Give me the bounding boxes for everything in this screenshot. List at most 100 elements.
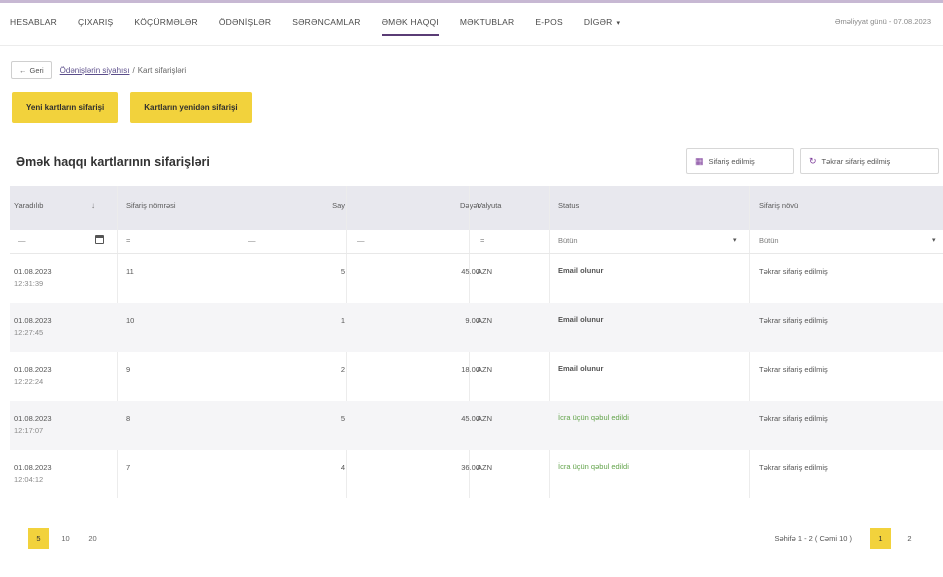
table-row[interactable]: 01.08.2023 12:22:24 9 2 18.00 AZN Email olunur… <box>10 352 943 401</box>
nav-item-5[interactable]: ƏMƏK HAQQI <box>381 17 440 36</box>
cell-created-time: 12:22:24 <box>14 377 44 386</box>
nav-item-label: HESABLAR <box>10 17 57 27</box>
cell-currency: AZN <box>477 316 492 325</box>
cell-order-type: Təkrar sifariş edilmiş <box>759 316 828 325</box>
cell-status: İcra üçün qəbul edildi <box>558 462 629 471</box>
chevron-down-icon: ▾ <box>616 20 621 27</box>
page-title: Əmək haqqı kartlarının sifarişləri <box>16 155 210 169</box>
page-size-selector: 5 10 20 <box>28 528 109 549</box>
nav-item-label: ÖDƏNİŞLƏR <box>218 17 272 27</box>
page-numbers: 12 <box>862 528 920 549</box>
calendar-icon: ▦ <box>695 155 704 166</box>
pagination: Səhifə 1 - 2 ( Cəmi 10 ) 12 <box>774 528 920 549</box>
action-buttons: Yeni kartların sifarişi Kartların yenidə… <box>12 92 264 123</box>
page-size-option[interactable]: 10 <box>55 528 76 549</box>
page-size-option[interactable]: 20 <box>82 528 103 549</box>
breadcrumb-current: Kart sifarişləri <box>137 65 187 75</box>
filter-currency-operator[interactable]: = <box>480 236 484 245</box>
header-currency[interactable]: Valyuta <box>477 201 501 210</box>
nav-item-2[interactable]: KÖÇÜRMƏLƏR <box>134 17 197 27</box>
nav-item-label: MƏKTUBLAR <box>459 17 515 27</box>
nav-item-label: ƏMƏK HAQQI <box>381 17 439 27</box>
cell-count: 1 <box>340 316 345 325</box>
ordered-filter-button[interactable]: ▦ Sifariş edilmiş <box>686 148 794 174</box>
header-status[interactable]: Status <box>558 201 579 210</box>
header-order-type[interactable]: Sifariş növü <box>759 201 798 210</box>
table-header: Yaradılıb ↓ Sifariş nömrəsi Say Dəyər Va… <box>10 186 943 230</box>
cell-count: 5 <box>340 414 345 423</box>
filter-created-input[interactable]: — <box>18 236 26 245</box>
chevron-down-icon[interactable]: ▾ <box>733 236 737 244</box>
cell-currency: AZN <box>477 365 492 374</box>
header-count[interactable]: Say <box>332 201 345 210</box>
pagination-info: Səhifə 1 - 2 ( Cəmi 10 ) <box>774 534 852 543</box>
page-number-button[interactable]: 2 <box>899 528 920 549</box>
operation-day: Əməliyyat günü - 07.08.2023 <box>834 17 931 26</box>
table-row[interactable]: 01.08.2023 12:17:07 8 5 45.00 AZN İcra üçün qə… <box>10 401 943 450</box>
filter-order-type-select[interactable]: Bütün <box>759 236 779 245</box>
nav-item-8[interactable]: DİGƏR ▾ <box>584 17 620 27</box>
nav-item-0[interactable]: HESABLAR <box>10 17 57 27</box>
nav-item-7[interactable]: E-POS <box>535 17 562 27</box>
cell-created-time: 12:04:12 <box>14 475 44 484</box>
nav-item-label: ÇIXARIŞ <box>77 17 114 27</box>
reordered-filter-button[interactable]: ↻ Təkrar sifariş edilmiş <box>800 148 939 174</box>
cell-created-time: 12:17:07 <box>14 426 44 435</box>
calendar-icon[interactable] <box>95 235 104 244</box>
table-row[interactable]: 01.08.2023 12:04:12 7 4 36.00 AZN İcra üçün qə… <box>10 450 943 499</box>
header-order-number[interactable]: Sifariş nömrəsi <box>126 201 176 210</box>
top-navigation: HESABLAR ÇIXARIŞ KÖÇÜRMƏLƏR ÖDƏNİŞLƏR SƏRƏNC… <box>0 0 943 46</box>
cell-created-date: 01.08.2023 <box>14 365 52 374</box>
filter-number-operator[interactable]: = <box>126 236 130 245</box>
cell-created-date: 01.08.2023 <box>14 316 52 325</box>
card-orders-panel: Əmək haqqı kartlarının sifarişləri ▦ Sif… <box>10 139 943 577</box>
top-accent-bar <box>0 0 943 3</box>
cell-status: Email olunur <box>558 364 604 373</box>
filter-status-select[interactable]: Bütün <box>558 236 578 245</box>
ordered-filter-label: Sifariş edilmiş <box>708 156 755 166</box>
sort-icon[interactable]: ↓ <box>91 201 95 210</box>
table-row[interactable]: 01.08.2023 12:27:45 10 1 9.00 AZN Email olunur… <box>10 303 943 352</box>
cell-order-number: 8 <box>126 414 131 423</box>
cell-currency: AZN <box>477 414 492 423</box>
table-row[interactable]: 01.08.2023 12:31:39 11 5 45.00 AZN Email olunu… <box>10 254 943 303</box>
filter-row: — = — — = Bütün ▾ Bütün ▾ <box>10 230 943 254</box>
cell-count: 2 <box>340 365 345 374</box>
cell-status: Email olunur <box>558 315 604 324</box>
cell-created-date: 01.08.2023 <box>14 267 52 276</box>
cell-order-type: Təkrar sifariş edilmiş <box>759 365 828 374</box>
filter-count-input[interactable]: — <box>357 236 365 245</box>
reorder-cards-button[interactable]: Kartların yenidən sifarişi <box>130 92 252 123</box>
back-button[interactable]: ← Geri <box>11 61 52 79</box>
cell-count: 4 <box>340 463 345 472</box>
arrow-left-icon: ← <box>19 65 27 75</box>
header-created[interactable]: Yaradılıb <box>14 201 43 210</box>
chevron-down-icon[interactable]: ▾ <box>932 236 936 244</box>
nav-item-label: E-POS <box>535 17 563 27</box>
page-number-button[interactable]: 1 <box>870 528 891 549</box>
nav-item-4[interactable]: SƏRƏNCAMLAR <box>292 17 360 27</box>
new-cards-order-button[interactable]: Yeni kartların sifarişi <box>12 92 119 123</box>
refresh-calendar-icon: ↻ <box>809 155 817 166</box>
breadcrumb: ← Geri Ödənişlərin siyahısı / Kart sifar… <box>11 60 186 80</box>
nav-item-label: KÖÇÜRMƏLƏR <box>134 17 198 27</box>
nav-item-1[interactable]: ÇIXARIŞ <box>78 17 113 27</box>
nav-item-label: DİGƏR <box>583 17 613 27</box>
nav-item-3[interactable]: ÖDƏNİŞLƏR <box>219 17 271 27</box>
reordered-filter-label: Təkrar sifariş edilmiş <box>821 156 891 166</box>
main-menu: HESABLAR ÇIXARIŞ KÖÇÜRMƏLƏR ÖDƏNİŞLƏR SƏRƏNC… <box>10 17 641 36</box>
cell-order-number: 10 <box>126 316 135 325</box>
cell-order-type: Təkrar sifariş edilmiş <box>759 463 828 472</box>
cell-count: 5 <box>340 267 345 276</box>
cell-created-time: 12:27:45 <box>14 328 44 337</box>
cell-order-type: Təkrar sifariş edilmiş <box>759 414 828 423</box>
cell-order-number: 11 <box>126 267 134 276</box>
cell-created-date: 01.08.2023 <box>14 414 52 423</box>
filter-number-input[interactable]: — <box>248 236 256 245</box>
nav-item-6[interactable]: MƏKTUBLAR <box>460 17 514 27</box>
page-size-option[interactable]: 5 <box>28 528 49 549</box>
cell-order-type: Təkrar sifariş edilmiş <box>759 267 828 276</box>
breadcrumb-payments-link[interactable]: Ödənişlərin siyahısı <box>60 66 130 75</box>
cell-created-time: 12:31:39 <box>14 279 44 288</box>
breadcrumb-separator: / <box>132 65 135 75</box>
